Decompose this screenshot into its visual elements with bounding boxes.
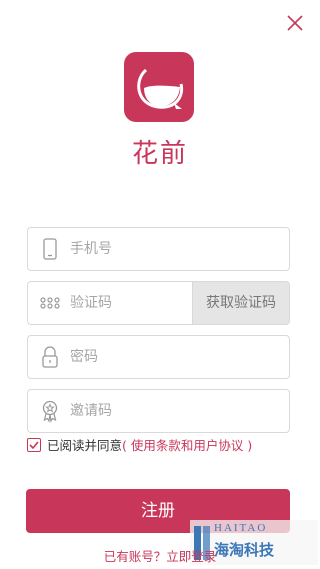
close-icon[interactable]	[284, 12, 306, 34]
get-code-button[interactable]: 获取验证码	[192, 282, 289, 324]
login-link[interactable]: 已有账号？立即登录	[0, 546, 320, 565]
invite-field[interactable]: 邀请码	[27, 389, 290, 433]
password-field[interactable]: 密码	[27, 335, 290, 379]
lock-icon	[42, 346, 58, 368]
dots-grid-icon	[40, 297, 60, 309]
watermark-en: HAITAO	[214, 522, 268, 534]
app-logo	[124, 52, 194, 122]
phone-placeholder: 手机号	[70, 241, 112, 257]
invite-placeholder: 邀请码	[70, 403, 112, 419]
agree-checkbox[interactable]	[27, 438, 41, 452]
code-field[interactable]: 验证码 获取验证码	[27, 281, 290, 325]
wine-glass-logo-icon	[137, 68, 184, 109]
agree-label: 已阅读并同意	[47, 438, 123, 453]
badge-icon	[42, 400, 58, 423]
phone-field[interactable]: 手机号	[27, 227, 290, 271]
code-placeholder: 验证码	[70, 295, 112, 311]
phone-icon	[43, 238, 57, 260]
brand-name: 花前	[131, 139, 188, 169]
terms-link[interactable]: ( 使用条款和用户协议 )	[122, 438, 252, 453]
password-placeholder: 密码	[70, 349, 98, 365]
checkmark-icon	[29, 441, 39, 450]
